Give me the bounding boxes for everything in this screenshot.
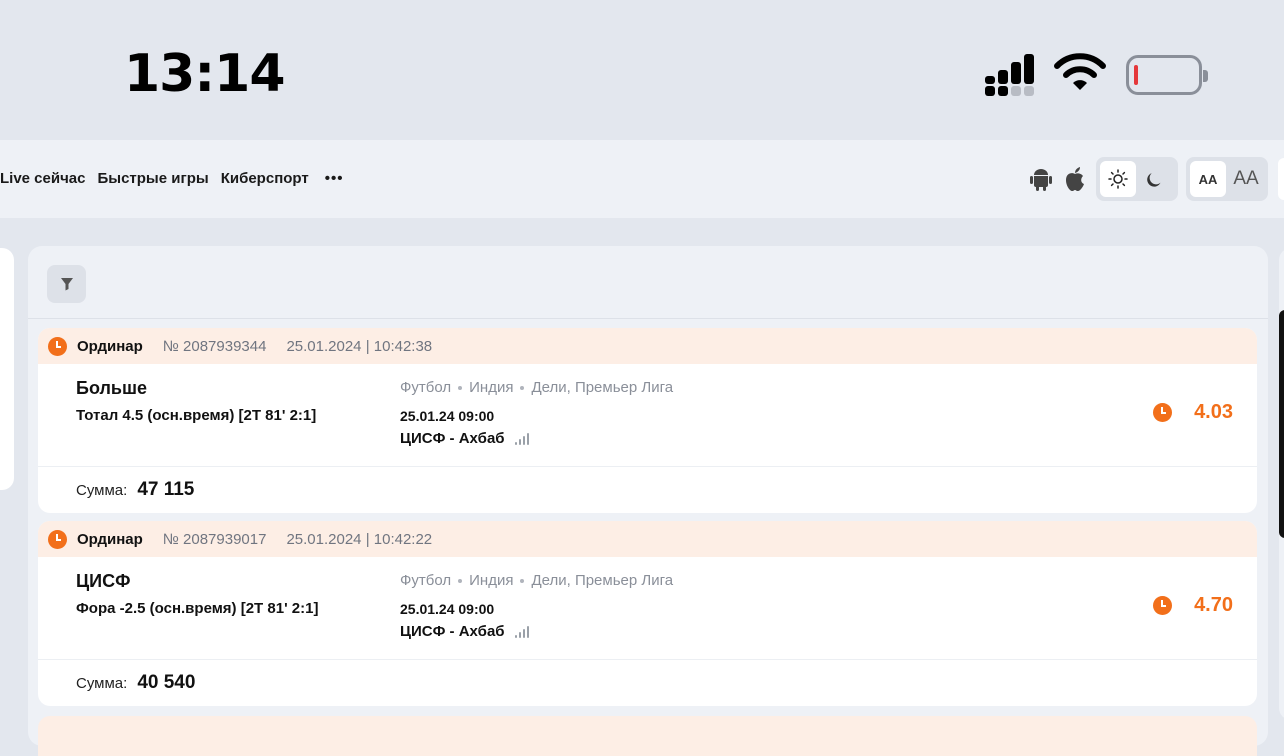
country-name: Индия	[469, 379, 514, 396]
bet-outcome: Больше	[76, 378, 147, 398]
bet-history-panel: Ординар № 2087939344 25.01.2024 | 10:42:…	[28, 246, 1268, 756]
wifi-icon	[1054, 52, 1106, 97]
sum-value: 40 540	[137, 672, 196, 693]
bet-outcome: ЦИСФ	[76, 571, 131, 591]
sport-name: Футбол	[400, 379, 452, 396]
pending-clock-icon	[1153, 596, 1173, 615]
left-panel	[0, 248, 14, 490]
event-start-time: 25.01.24 09:00	[400, 601, 495, 617]
bet-type: Ординар	[77, 337, 143, 355]
pending-clock-icon	[48, 529, 67, 549]
font-large-button[interactable]: AA	[1228, 161, 1264, 197]
sum-label: Сумма:	[76, 481, 128, 499]
bet-card[interactable]: Ординар № 2087939017 25.01.2024 | 10:42:…	[38, 521, 1257, 706]
match-name[interactable]: ЦИСФ - Ахбаб	[400, 430, 505, 447]
country-name: Индия	[469, 572, 514, 589]
edge-tab	[1278, 158, 1284, 200]
sum-value: 47 115	[137, 479, 195, 500]
font-small-button[interactable]: AA	[1190, 161, 1226, 197]
match-name[interactable]: ЦИСФ - Ахбаб	[400, 623, 505, 640]
right-panel	[1279, 248, 1284, 720]
more-icon[interactable]: •••	[325, 170, 344, 187]
android-icon[interactable]	[1028, 166, 1054, 192]
bet-footer: Сумма: 40 540	[38, 660, 1257, 706]
bet-market: Фора -2.5 (осн.время) [2Т 81' 2:1]	[76, 600, 319, 617]
bet-datetime: 25.01.2024 | 10:42:38	[286, 337, 433, 355]
light-theme-button[interactable]	[1100, 161, 1136, 197]
moon-icon	[1147, 173, 1161, 187]
bet-number: № 2087939344	[162, 337, 267, 355]
pending-clock-icon	[1153, 403, 1173, 422]
sun-icon	[1108, 169, 1128, 189]
cellular-signal-icon	[985, 53, 1034, 96]
bet-header: Ординар № 2087939344 25.01.2024 | 10:42:…	[38, 328, 1257, 364]
bet-card[interactable]: Ординар № 2087939344 25.01.2024 | 10:42:…	[38, 328, 1257, 513]
bet-header: Ординар № 2087939017 25.01.2024 | 10:42:…	[38, 521, 1257, 557]
nav-live-now[interactable]: Live сейчас	[0, 170, 85, 187]
filter-icon	[60, 278, 73, 291]
dark-theme-button[interactable]	[1138, 161, 1174, 197]
font-size-toggle: AA AA	[1186, 157, 1268, 201]
nav-quick-games[interactable]: Быстрые игры	[97, 170, 208, 187]
filter-button[interactable]	[47, 265, 86, 303]
league-name: Дели, Премьер Лига	[531, 379, 674, 396]
bet-market: Тотал 4.5 (осн.время) [2Т 81' 2:1]	[76, 407, 317, 424]
apple-icon[interactable]	[1062, 166, 1088, 192]
next-bet-header	[38, 716, 1257, 756]
top-navigation: Live сейчас Быстрые игры Киберспорт •••	[0, 140, 1284, 218]
event-start-time: 25.01.24 09:00	[400, 408, 495, 424]
sum-label: Сумма:	[76, 674, 128, 692]
bet-odd: 4.03	[1194, 401, 1233, 423]
status-bar: 13:14	[0, 0, 1284, 140]
nav-esports[interactable]: Киберспорт	[221, 170, 309, 187]
statistics-icon[interactable]	[514, 625, 529, 638]
pending-clock-icon	[48, 336, 67, 356]
league-name: Дели, Премьер Лига	[531, 572, 674, 589]
statistics-icon[interactable]	[514, 432, 529, 445]
event-breadcrumb: Футбол Индия Дели, Премьер Лига	[400, 572, 673, 589]
bet-odd: 4.70	[1194, 594, 1233, 616]
bet-number: № 2087939017	[162, 530, 267, 548]
event-breadcrumb: Футбол Индия Дели, Премьер Лига	[400, 379, 673, 396]
sport-name: Футбол	[400, 572, 452, 589]
bet-datetime: 25.01.2024 | 10:42:22	[286, 530, 433, 548]
bet-footer: Сумма: 47 115	[38, 467, 1257, 513]
divider	[28, 318, 1268, 319]
status-time: 13:14	[124, 44, 286, 104]
bet-type: Ординар	[77, 530, 143, 548]
battery-icon	[1126, 54, 1208, 95]
theme-toggle	[1096, 157, 1178, 201]
